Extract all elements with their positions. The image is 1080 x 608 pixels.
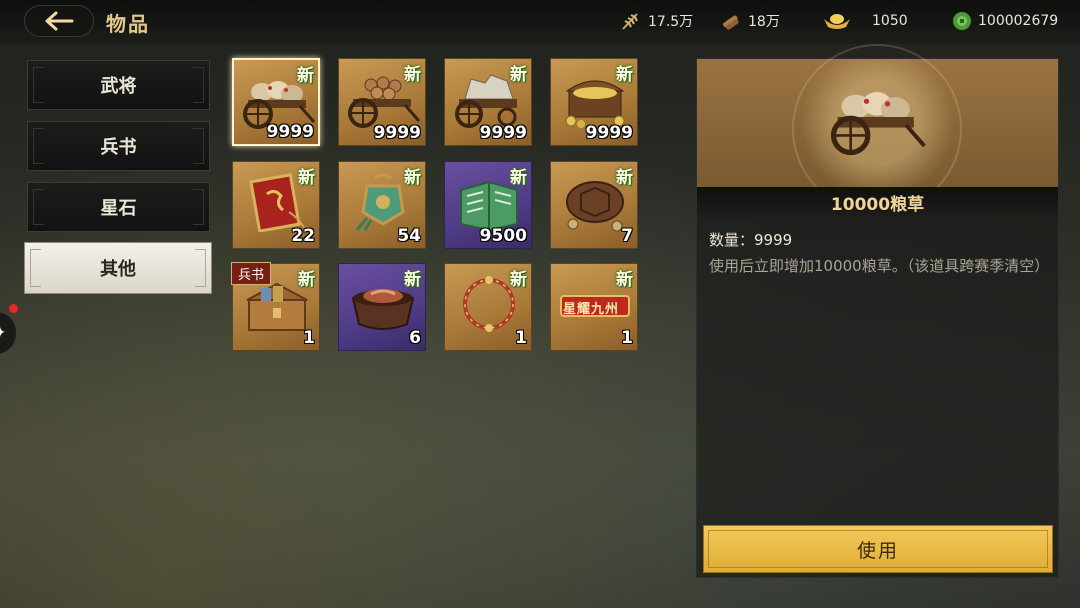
tab-generals[interactable]: 武将: [27, 60, 210, 110]
item-count: 9999: [373, 123, 421, 143]
item-name: 10000粮草: [697, 187, 1058, 217]
tab-others[interactable]: 其他: [24, 242, 212, 294]
gold-ingot-icon: [824, 14, 850, 29]
item-slot-coin-chest[interactable]: 新 9999: [550, 58, 638, 146]
new-badge: 新: [616, 270, 633, 290]
jade-coin-icon: [953, 12, 971, 30]
item-slot-dragon-token[interactable]: 新 22: [232, 161, 320, 249]
page-title: 物品: [106, 12, 150, 36]
tab-war-books[interactable]: 兵书: [27, 121, 210, 171]
sparkle-icon: ✦: [0, 325, 6, 341]
side-float-button[interactable]: ✦: [0, 312, 16, 354]
new-badge: 新: [404, 270, 421, 290]
back-button[interactable]: [24, 5, 94, 37]
new-badge: 新: [616, 168, 633, 188]
resource-value: 100002679: [978, 13, 1059, 29]
resource-jade: 100002679: [952, 10, 1058, 32]
resource-value: 17.5万: [648, 14, 694, 30]
resource-value: 1050: [872, 13, 908, 29]
item-count: 1: [515, 328, 527, 348]
item-description: 使用后立即增加10000粮草。（该道具跨赛季清空）: [709, 257, 1050, 275]
resource-grain: 17.5万: [620, 10, 693, 32]
item-count: 6: [409, 328, 421, 348]
item-count: 1: [303, 328, 315, 348]
item-detail-panel: 10000粮草 数量：9999 使用后立即增加10000粮草。（该道具跨赛季清空…: [696, 44, 1059, 578]
quantity-label: 数量：: [709, 231, 755, 249]
grain-icon: [622, 13, 638, 30]
item-count: 22: [291, 226, 315, 246]
item-slot-turtle-shell[interactable]: 新 7: [550, 161, 638, 249]
new-badge: 新: [298, 270, 315, 290]
new-badge: 新: [510, 270, 527, 290]
notification-dot: [9, 304, 18, 313]
new-badge: 新: [510, 65, 527, 85]
item-slot-meat-pot[interactable]: 新 6: [338, 263, 426, 351]
title-badge-text: 星耀九州: [563, 302, 620, 317]
resource-wood: 18万: [720, 10, 780, 32]
grain-cart-icon: [830, 92, 926, 156]
item-slot-title-badge[interactable]: 星耀九州 新 1: [550, 263, 638, 351]
item-count: 7: [621, 226, 633, 246]
item-slot-jade-pendant[interactable]: 新 54: [338, 161, 426, 249]
item-count: 9999: [585, 123, 633, 143]
item-slot-stone-cart[interactable]: 新 9999: [444, 58, 532, 146]
item-slot-wood-cart[interactable]: 新 9999: [338, 58, 426, 146]
war-book-tag: 兵书: [231, 262, 272, 285]
item-count: 9999: [479, 123, 527, 143]
wood-icon: [723, 15, 739, 30]
item-quantity: 数量：9999: [709, 229, 792, 250]
top-bar: 物品 17.5万 18万 1050 100002679: [0, 0, 1080, 44]
item-slot-grain-cart[interactable]: 新 9999: [232, 58, 320, 146]
resource-gold: 1050: [822, 10, 908, 32]
new-badge: 新: [298, 168, 315, 188]
item-count: 9999: [266, 122, 314, 142]
new-badge: 新: [297, 66, 314, 86]
item-slot-book-chest[interactable]: 兵书 新 1: [231, 262, 320, 351]
back-arrow-icon: [45, 11, 74, 31]
item-slot-ring-frame[interactable]: 新 1: [444, 263, 532, 351]
new-badge: 新: [404, 168, 421, 188]
new-badge: 新: [510, 168, 527, 188]
tab-star-stones[interactable]: 星石: [27, 182, 210, 232]
use-button-label: 使用: [856, 539, 899, 562]
quantity-value: 9999: [754, 231, 793, 249]
resource-value: 18万: [748, 14, 780, 30]
item-count: 54: [397, 226, 421, 246]
item-slot-green-book[interactable]: 新 9500: [444, 161, 532, 249]
new-badge: 新: [616, 65, 633, 85]
item-count: 1: [621, 328, 633, 348]
new-badge: 新: [404, 65, 421, 85]
use-button[interactable]: 使用: [703, 525, 1053, 573]
item-count: 9500: [479, 226, 527, 246]
item-preview: [697, 44, 1058, 214]
